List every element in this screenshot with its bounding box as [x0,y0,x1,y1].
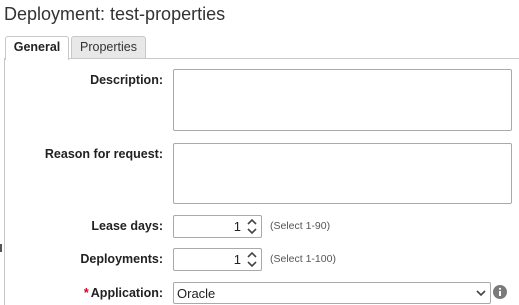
tab-properties[interactable]: Properties [71,36,146,59]
deployment-form-window: Deployment: test-properties General Prop… [0,0,519,305]
page-title: Deployment: test-properties [4,4,226,24]
tab-general[interactable]: General [5,36,69,60]
general-tab-panel [4,58,519,305]
panel-edge-marker [0,244,2,252]
